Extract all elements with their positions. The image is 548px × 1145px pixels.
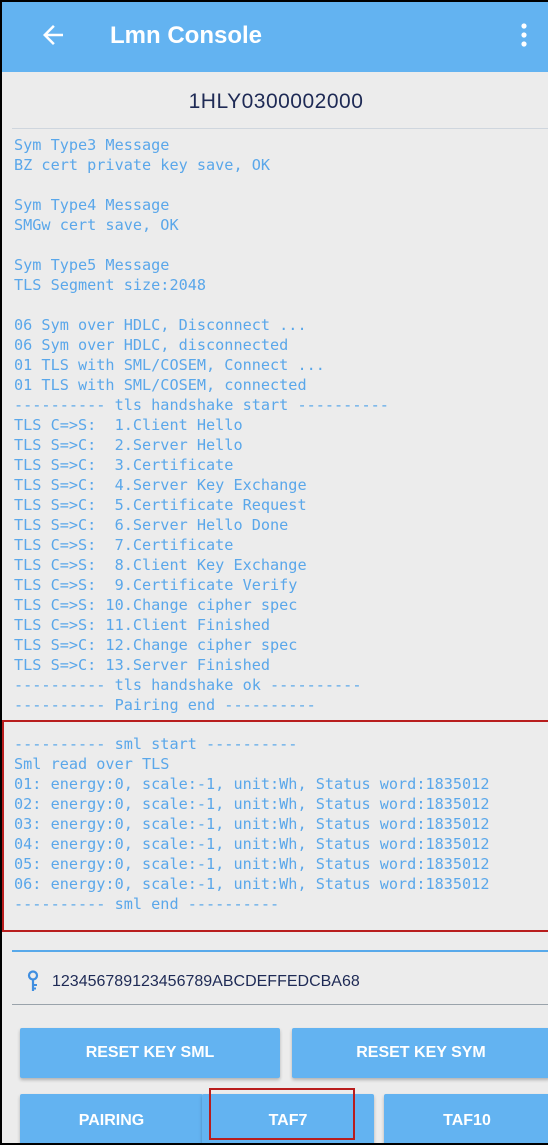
log-line: TLS S=>C: 5.Certificate Request — [14, 496, 307, 514]
log-line: TLS C=>S: 1.Client Hello — [14, 416, 243, 434]
key-value: 123456789123456789ABCDEFFEDCBA68 — [52, 973, 360, 990]
log-line: TLS S=>C: 4.Server Key Exchange — [14, 476, 307, 494]
log-line: 06: energy:0, scale:-1, unit:Wh, Status … — [14, 875, 490, 893]
more-vert-icon[interactable] — [514, 20, 534, 50]
log-line: 01: energy:0, scale:-1, unit:Wh, Status … — [14, 775, 490, 793]
log-line: TLS C=>S: 11.Client Finished — [14, 616, 271, 634]
log-line: ---------- Pairing end ---------- — [14, 696, 316, 714]
app-bar: Lmn Console — [2, 2, 548, 72]
key-icon — [27, 970, 39, 991]
log-line: BZ cert private key save, OK — [14, 156, 271, 174]
log-line: 01 TLS with SML/COSEM, Connect ... — [14, 356, 325, 374]
app-title: Lmn Console — [110, 22, 263, 49]
log-line: Sym Type5 Message — [14, 256, 170, 274]
device-id: 1HLY0300002000 — [188, 90, 364, 113]
log-line: TLS C=>S: 7.Certificate — [14, 536, 234, 554]
app-screen: Lmn Console 1HLY0300002000 Sym Type3 Mes… — [0, 0, 548, 1145]
log-line: Sym Type3 Message — [14, 136, 170, 154]
log-line: 06 Sym over HDLC, Disconnect ... — [14, 316, 307, 334]
log-line: Sym Type4 Message — [14, 196, 170, 214]
console-log[interactable]: Sym Type3 Message BZ cert private key sa… — [12, 128, 548, 718]
reset-key-sym-button[interactable]: RESET KEY SYM — [292, 1028, 548, 1078]
log-line: 01 TLS with SML/COSEM, connected — [14, 376, 307, 394]
log-line: 02: energy:0, scale:-1, unit:Wh, Status … — [14, 795, 490, 813]
sml-log-section: ---------- sml start ---------- Sml read… — [2, 720, 548, 932]
pairing-button[interactable]: PAIRING — [20, 1094, 203, 1143]
log-line: TLS S=>C: 6.Server Hello Done — [14, 516, 289, 534]
key-field-top-border — [12, 950, 548, 952]
log-line: TLS S=>C: 3.Certificate — [14, 456, 234, 474]
log-line: TLS C=>S: 9.Certificate Verify — [14, 576, 298, 594]
log-line: TLS C=>S: 10.Change cipher spec — [14, 596, 298, 614]
taf7-highlight-box — [209, 1088, 355, 1140]
log-line: TLS S=>C: 13.Server Finished — [14, 656, 271, 674]
log-line: TLS S=>C: 12.Change cipher spec — [14, 636, 298, 654]
log-line: ---------- tls handshake start ---------… — [14, 396, 389, 414]
log-line: Sml read over TLS — [14, 755, 170, 773]
taf10-button[interactable]: TAF10 — [384, 1094, 548, 1143]
log-line: SMGw cert save, OK — [14, 216, 179, 234]
key-field[interactable]: 123456789123456789ABCDEFFEDCBA68 — [12, 962, 548, 1004]
key-field-underline — [12, 1004, 548, 1005]
reset-key-sml-button[interactable]: RESET KEY SML — [20, 1028, 280, 1078]
log-line: 05: energy:0, scale:-1, unit:Wh, Status … — [14, 855, 490, 873]
log-line: ---------- sml end ---------- — [14, 895, 280, 913]
arrow-back-icon[interactable] — [38, 20, 68, 50]
log-line: TLS S=>C: 2.Server Hello — [14, 436, 243, 454]
log-line: TLS Segment size:2048 — [14, 276, 207, 294]
log-line: 03: energy:0, scale:-1, unit:Wh, Status … — [14, 815, 490, 833]
log-line: ---------- tls handshake ok ---------- — [14, 676, 362, 694]
log-line: 06 Sym over HDLC, disconnected — [14, 336, 289, 354]
log-line: TLS C=>S: 8.Client Key Exchange — [14, 556, 307, 574]
log-line: 04: energy:0, scale:-1, unit:Wh, Status … — [14, 835, 490, 853]
log-line: ---------- sml start ---------- — [14, 735, 298, 753]
